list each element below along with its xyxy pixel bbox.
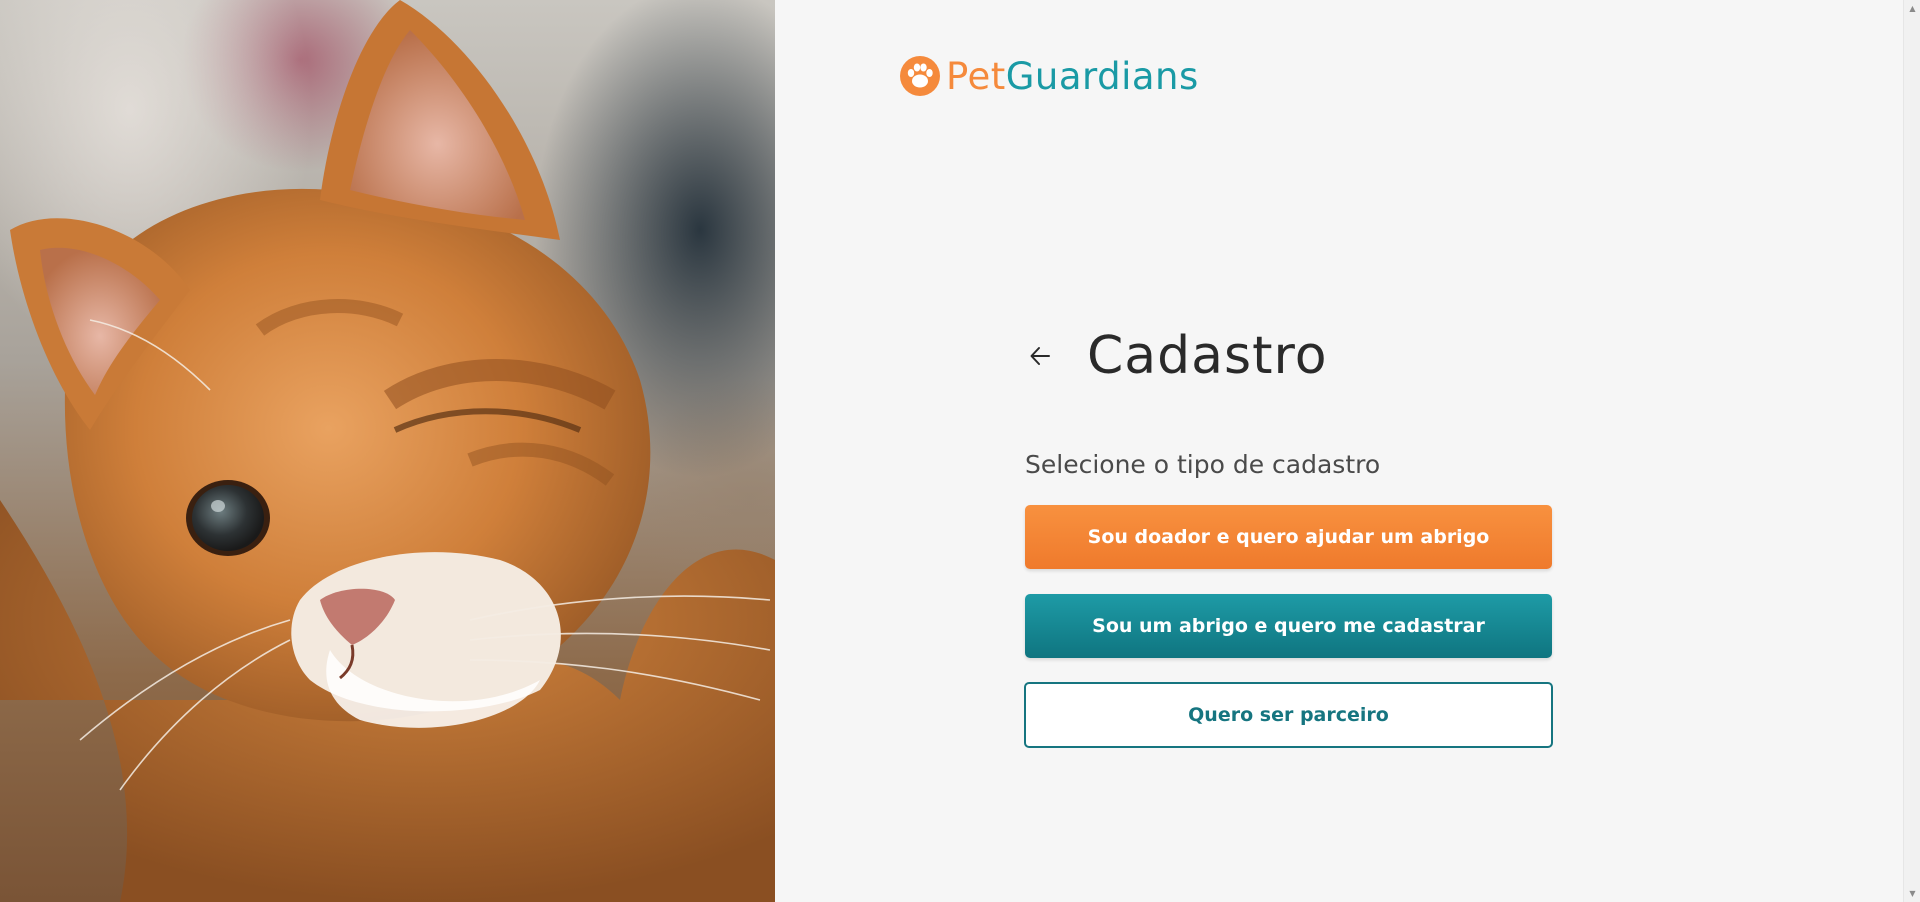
back-button[interactable] [1025,341,1055,371]
shelter-signup-button[interactable]: Sou um abrigo e quero me cadastrar [1025,594,1552,658]
paw-icon [900,56,940,96]
heading-row: Cadastro [1025,326,1328,386]
page-title: Cadastro [1087,326,1328,386]
scroll-down-icon[interactable]: ▼ [1904,885,1920,902]
scroll-up-icon[interactable]: ▲ [1904,0,1920,17]
partner-signup-button[interactable]: Quero ser parceiro [1024,682,1553,748]
vertical-scrollbar[interactable]: ▲ ▼ [1903,0,1920,902]
brand-name: PetGuardians [946,58,1199,95]
brand-logo[interactable]: PetGuardians [900,56,1199,96]
donor-signup-button[interactable]: Sou doador e quero ajudar um abrigo [1025,505,1552,569]
hero-cat-photo [0,0,775,902]
signup-page: PetGuardians Cadastro Selecione o tipo d… [0,0,1920,902]
brand-name-part2: Guardians [1005,54,1199,98]
arrow-left-icon [1030,347,1050,365]
page-subtitle: Selecione o tipo de cadastro [1025,450,1381,479]
brand-name-part1: Pet [946,54,1006,98]
